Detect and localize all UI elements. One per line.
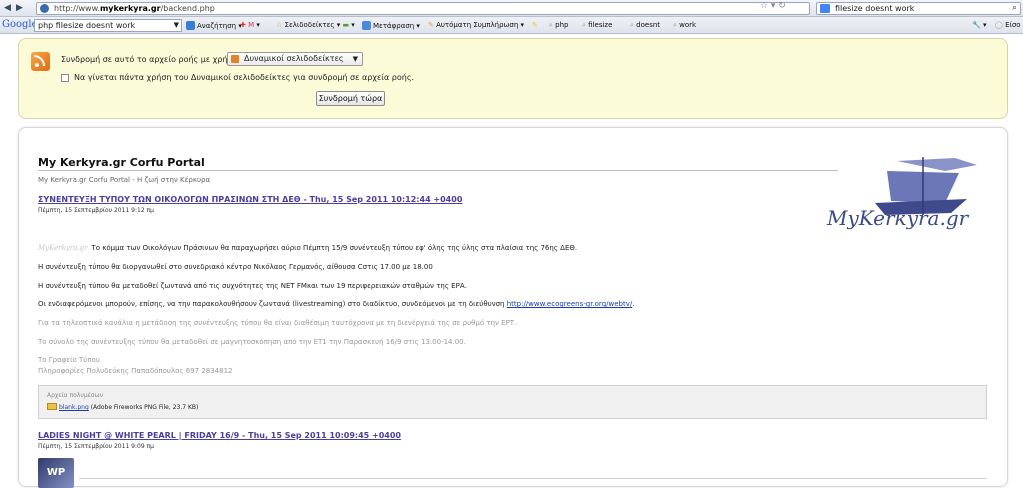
site-favicon-icon: [40, 4, 49, 13]
forward-arrow-icon[interactable]: ▶: [14, 2, 25, 14]
google-logo: Google: [2, 19, 38, 30]
enclosure-item: blank.png (Adobe Fireworks PNG File, 23.…: [47, 403, 198, 411]
rss-icon: [31, 52, 50, 71]
pencil-icon: ✎: [428, 21, 437, 29]
address-bar[interactable]: http://www.mykerkyra.gr/backend.php: [36, 2, 810, 15]
back-arrow-icon[interactable]: ◀: [2, 2, 13, 14]
entry-paragraph: MyKerkyra.gr Το κόμμα των Οικολόγων Πράσι…: [38, 244, 578, 252]
webtv-link[interactable]: http://www.ecogreens-gr.org/webtv/: [507, 300, 633, 308]
always-use-label: Να γίνεται πάντα χρήση του Δυναμικοί σελ…: [74, 73, 415, 82]
url-prefix: http://www.: [54, 4, 100, 13]
url-path: /backend.php: [160, 4, 215, 13]
entry-title-link[interactable]: LADIES NIGHT @ WHITE PEARL | FRIDAY 16/9…: [38, 431, 401, 440]
entry-title-link[interactable]: ΣΥΝΕΝΤΕΥΞΗ ΤΥΠΟΥ ΤΩΝ ΟΙΚΟΛΟΓΩΝ ΠΡΑΣΙΝΩΝ …: [38, 195, 462, 204]
translate-button[interactable]: Μετάφραση ▾: [362, 21, 420, 30]
google-toolbar: Google php filesize doesnt work ▼ Αναζήτ…: [0, 17, 1023, 34]
green-bar-icon: ▬: [342, 21, 350, 29]
gmail-icon: ✚ M: [240, 21, 255, 29]
enclosure-box: Αρχεία πολυμέσων blank.png (Adobe Firewo…: [38, 385, 987, 419]
entry-paragraph: Οι ενδιαφερόμενοι μπορούν, επίσης, να τη…: [38, 300, 635, 308]
signin-icon: ◯: [995, 21, 1006, 29]
watermark-logo: MyKerkyra.gr: [38, 244, 88, 252]
enclosure-file-link[interactable]: blank.png: [59, 404, 89, 411]
enclosure-label: Αρχεία πολυμέσων: [47, 392, 104, 399]
chevron-down-icon: ▼: [352, 55, 358, 63]
contact-info-line: Πληροφορίες Πολυδεύκης Παπαδόπουλος 697 …: [38, 367, 233, 375]
term-work[interactable]: ⌕ work: [673, 21, 696, 30]
google-search-icon: [820, 4, 830, 13]
browser-navbar: ◀ ▶ http://www.mykerkyra.gr/backend.php …: [0, 0, 1023, 17]
term-filesize[interactable]: ⌕ filesize: [582, 21, 612, 30]
feed-title: My Kerkyra.gr Corfu Portal: [38, 156, 205, 169]
entry-thumbnail[interactable]: WP: [38, 458, 74, 488]
entry-paragraph: Η συνέντευξη τύπου θα διοργανωθεί στο συ…: [38, 263, 433, 271]
bookmarks-button[interactable]: ☆ Σελιδοδείκτες ▾ ▬ ▾: [276, 21, 355, 29]
entry-paragraph: Για τα τηλεοπτικά κανάλια η μετάδοση της…: [38, 319, 517, 327]
magnifier-icon[interactable]: ⌕: [1012, 3, 1017, 14]
gmail-button[interactable]: ✚ M ▾: [240, 21, 260, 29]
entry-paragraph: Η συνέντευξη τύπου θα μεταδοθεί ζωντανά …: [38, 282, 467, 290]
wrench-icon[interactable]: 🔧 ▾: [972, 21, 986, 29]
google-toolbar-search-input[interactable]: php filesize doesnt work ▼: [34, 19, 182, 32]
press-office-line: Το Γραφείο Τύπου: [38, 356, 100, 364]
feed-subscribe-box: Συνδρομή σε αυτό το αρχείο ροής με χρήση…: [18, 38, 1008, 119]
search-value: filesize doesnt work: [835, 4, 915, 13]
term-php[interactable]: ⌕ php: [549, 21, 568, 30]
entry-date: Πέμπτη, 15 Σεπτεμβρίου 2011 9:09 πμ: [38, 443, 154, 450]
subscribe-label: Συνδρομή σε αυτό το αρχείο ροής με χρήση: [61, 55, 238, 64]
rss-icon: [231, 55, 239, 63]
entry-divider: [79, 478, 987, 479]
file-icon: [47, 403, 57, 410]
signin-button[interactable]: ◯ Είσο: [995, 21, 1021, 29]
always-use-checkbox[interactable]: [61, 74, 69, 82]
browser-search-input[interactable]: filesize doesnt work ⌕: [816, 2, 1021, 15]
highlight-button[interactable]: ✎: [532, 21, 538, 29]
title-divider: [38, 170, 838, 171]
enclosure-meta: (Adobe Fireworks PNG File, 23.7 KB): [90, 404, 199, 411]
entry-date: Πέμπτη, 15 Σεπτεμβρίου 2011 9:12 πμ: [38, 207, 154, 214]
highlighter-icon: ✎: [532, 21, 538, 29]
star-icon: ☆: [276, 21, 285, 29]
google-toolbar-query: php filesize doesnt work: [38, 21, 136, 30]
chevron-down-icon[interactable]: ▼: [174, 20, 179, 31]
site-logo-text: MyKerkyra.gr: [827, 206, 969, 230]
autofill-button[interactable]: ✎ Αυτόματη Συμπλήρωση ▾: [428, 21, 524, 29]
star-icon[interactable]: ☆ ▾ ↻: [760, 1, 786, 11]
feed-content: My Kerkyra.gr Corfu Portal My Kerkyra.gr…: [18, 127, 1008, 488]
search-icon: [186, 21, 195, 30]
translate-icon: [362, 21, 371, 30]
feed-reader-select[interactable]: Δυναμικοί σελιδοδείκτες ▼: [227, 52, 363, 66]
term-doesnt[interactable]: ⌕ doesnt: [630, 21, 660, 30]
feed-reader-value: Δυναμικοί σελιδοδείκτες: [244, 54, 344, 63]
feed-subtitle: My Kerkyra.gr Corfu Portal - Η ζωή στην …: [38, 176, 211, 184]
subscribe-now-button[interactable]: Συνδρομή τώρα: [316, 91, 385, 106]
toolbar-search-button[interactable]: Αναζήτηση ▾: [186, 21, 242, 30]
entry-paragraph: Το σύνολο της συνέντευξης τύπου θα μεταδ…: [38, 338, 466, 346]
url-domain: mykerkyra.gr: [99, 4, 161, 13]
